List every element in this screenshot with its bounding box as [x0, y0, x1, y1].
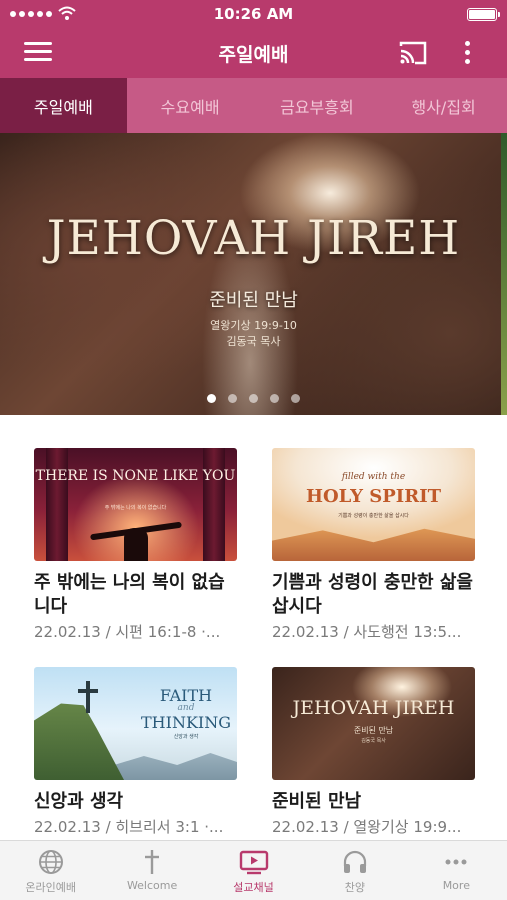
sermon-title[interactable]: 기쁨과 성령이 충만한 삶을 삽시다	[272, 571, 475, 619]
nav-label: 설교채널	[233, 881, 274, 894]
nav-label: 찬양	[344, 881, 366, 894]
sermon-meta: 22.02.13 / 사도행전 13:5...	[272, 623, 462, 641]
carousel-dot[interactable]	[270, 394, 279, 403]
tab-events[interactable]: 행사/집회	[380, 78, 507, 133]
thumbnail-and: and	[177, 703, 195, 713]
bottom-navigation: 온라인예배 Welcome 설교채널 찬양 More	[0, 840, 507, 900]
hero-scripture: 열왕기상 19:9-10	[210, 319, 297, 332]
app-bar: 주일예배	[0, 28, 507, 78]
nav-more[interactable]: More	[406, 841, 507, 900]
sermon-card[interactable]: FAITH THINKING and 신앙과 생각 신앙과 생각 22.02.1…	[34, 667, 237, 837]
hero-pastor: 김동국 목사	[226, 335, 281, 348]
sermon-thumbnail[interactable]: THERE IS NONE LIKE YOU 주 밖에는 나의 복이 없습니다	[34, 448, 237, 561]
thumbnail-subtitle: 준비된 만남	[353, 726, 394, 735]
thumbnail-headline: HOLY SPIRIT	[305, 486, 442, 507]
thumbnail-headline: THERE IS NONE LIKE YOU	[35, 468, 236, 484]
thumbnail-caption: 기쁨과 성령이 충만한 삶을 삽시다	[338, 513, 409, 519]
category-tabs: 주일예배 수요예배 금요부흥회 행사/집회	[0, 78, 507, 133]
carousel-indicator	[0, 394, 507, 403]
tab-wednesday-service[interactable]: 수요예배	[127, 78, 254, 133]
thumbnail-caption: 김동국 목사	[361, 738, 386, 744]
sermon-thumbnail[interactable]: JEHOVAH JIREH 준비된 만남 김동국 목사	[272, 667, 475, 780]
more-horizontal-icon	[445, 859, 467, 865]
nav-online-worship[interactable]: 온라인예배	[0, 841, 101, 900]
play-screen-icon	[239, 850, 268, 875]
nav-sermon-channel[interactable]: 설교채널	[203, 841, 304, 900]
sermon-meta: 22.02.13 / 열왕기상 19:9...	[272, 818, 462, 836]
nav-label: More	[442, 879, 470, 892]
sermon-title[interactable]: 신앙과 생각	[34, 790, 237, 814]
cross-icon	[145, 850, 160, 874]
hero-headline: JEHOVAH JIREH	[46, 211, 461, 266]
status-time: 10:26 AM	[213, 5, 294, 23]
cast-icon[interactable]	[398, 40, 428, 66]
thumbnail-caption: 주 밖에는 나의 복이 없습니다	[104, 505, 167, 511]
worshipper-silhouette	[124, 528, 148, 561]
sermon-meta: 22.02.13 / 시편 16:1-8 ·...	[34, 623, 221, 641]
hero-subtitle: 준비된 만남	[209, 290, 298, 311]
more-vertical-icon[interactable]	[460, 39, 474, 67]
thumbnail-caption: 신앙과 생각	[173, 734, 199, 740]
page-title: 주일예배	[218, 44, 289, 66]
globe-icon	[38, 850, 63, 874]
carousel-dot[interactable]	[207, 394, 216, 403]
tab-sunday-service[interactable]: 주일예배	[0, 78, 127, 133]
nav-welcome[interactable]: Welcome	[101, 841, 202, 900]
sermon-card[interactable]: filled with the HOLY SPIRIT 기쁨과 성령이 충만한 …	[272, 448, 475, 642]
nav-label: Welcome	[126, 879, 178, 892]
thumbnail-script: filled with the	[341, 472, 406, 482]
carousel-dot[interactable]	[291, 394, 300, 403]
hero-banner[interactable]: JEHOVAH JIREH 준비된 만남 열왕기상 19:9-10 김동국 목사	[0, 133, 507, 415]
battery-icon	[467, 8, 500, 21]
sermon-card[interactable]: JEHOVAH JIREH 준비된 만남 김동국 목사 준비된 만남 22.02…	[272, 667, 475, 837]
sermon-thumbnail[interactable]: FAITH THINKING and 신앙과 생각	[34, 667, 237, 780]
tab-friday-revival[interactable]: 금요부흥회	[254, 78, 381, 133]
carousel-dot[interactable]	[228, 394, 237, 403]
sermon-card[interactable]: THERE IS NONE LIKE YOU 주 밖에는 나의 복이 없습니다 …	[34, 448, 237, 642]
sermon-meta: 22.02.13 / 히브리서 3:1 ·...	[34, 818, 224, 836]
thumbnail-headline: JEHOVAH JIREH	[292, 697, 455, 719]
nav-praise[interactable]: 찬양	[304, 841, 405, 900]
next-slide-peek	[501, 133, 507, 415]
sermon-title[interactable]: 준비된 만남	[272, 790, 475, 814]
sermon-title[interactable]: 주 밖에는 나의 복이 없습니다	[34, 571, 237, 619]
status-bar: 10:26 AM	[0, 0, 507, 28]
headphones-icon	[343, 850, 367, 873]
cross-icon	[86, 681, 90, 713]
carousel-dot[interactable]	[249, 394, 258, 403]
sermon-thumbnail[interactable]: filled with the HOLY SPIRIT 기쁨과 성령이 충만한 …	[272, 448, 475, 561]
nav-label: 온라인예배	[25, 881, 76, 894]
